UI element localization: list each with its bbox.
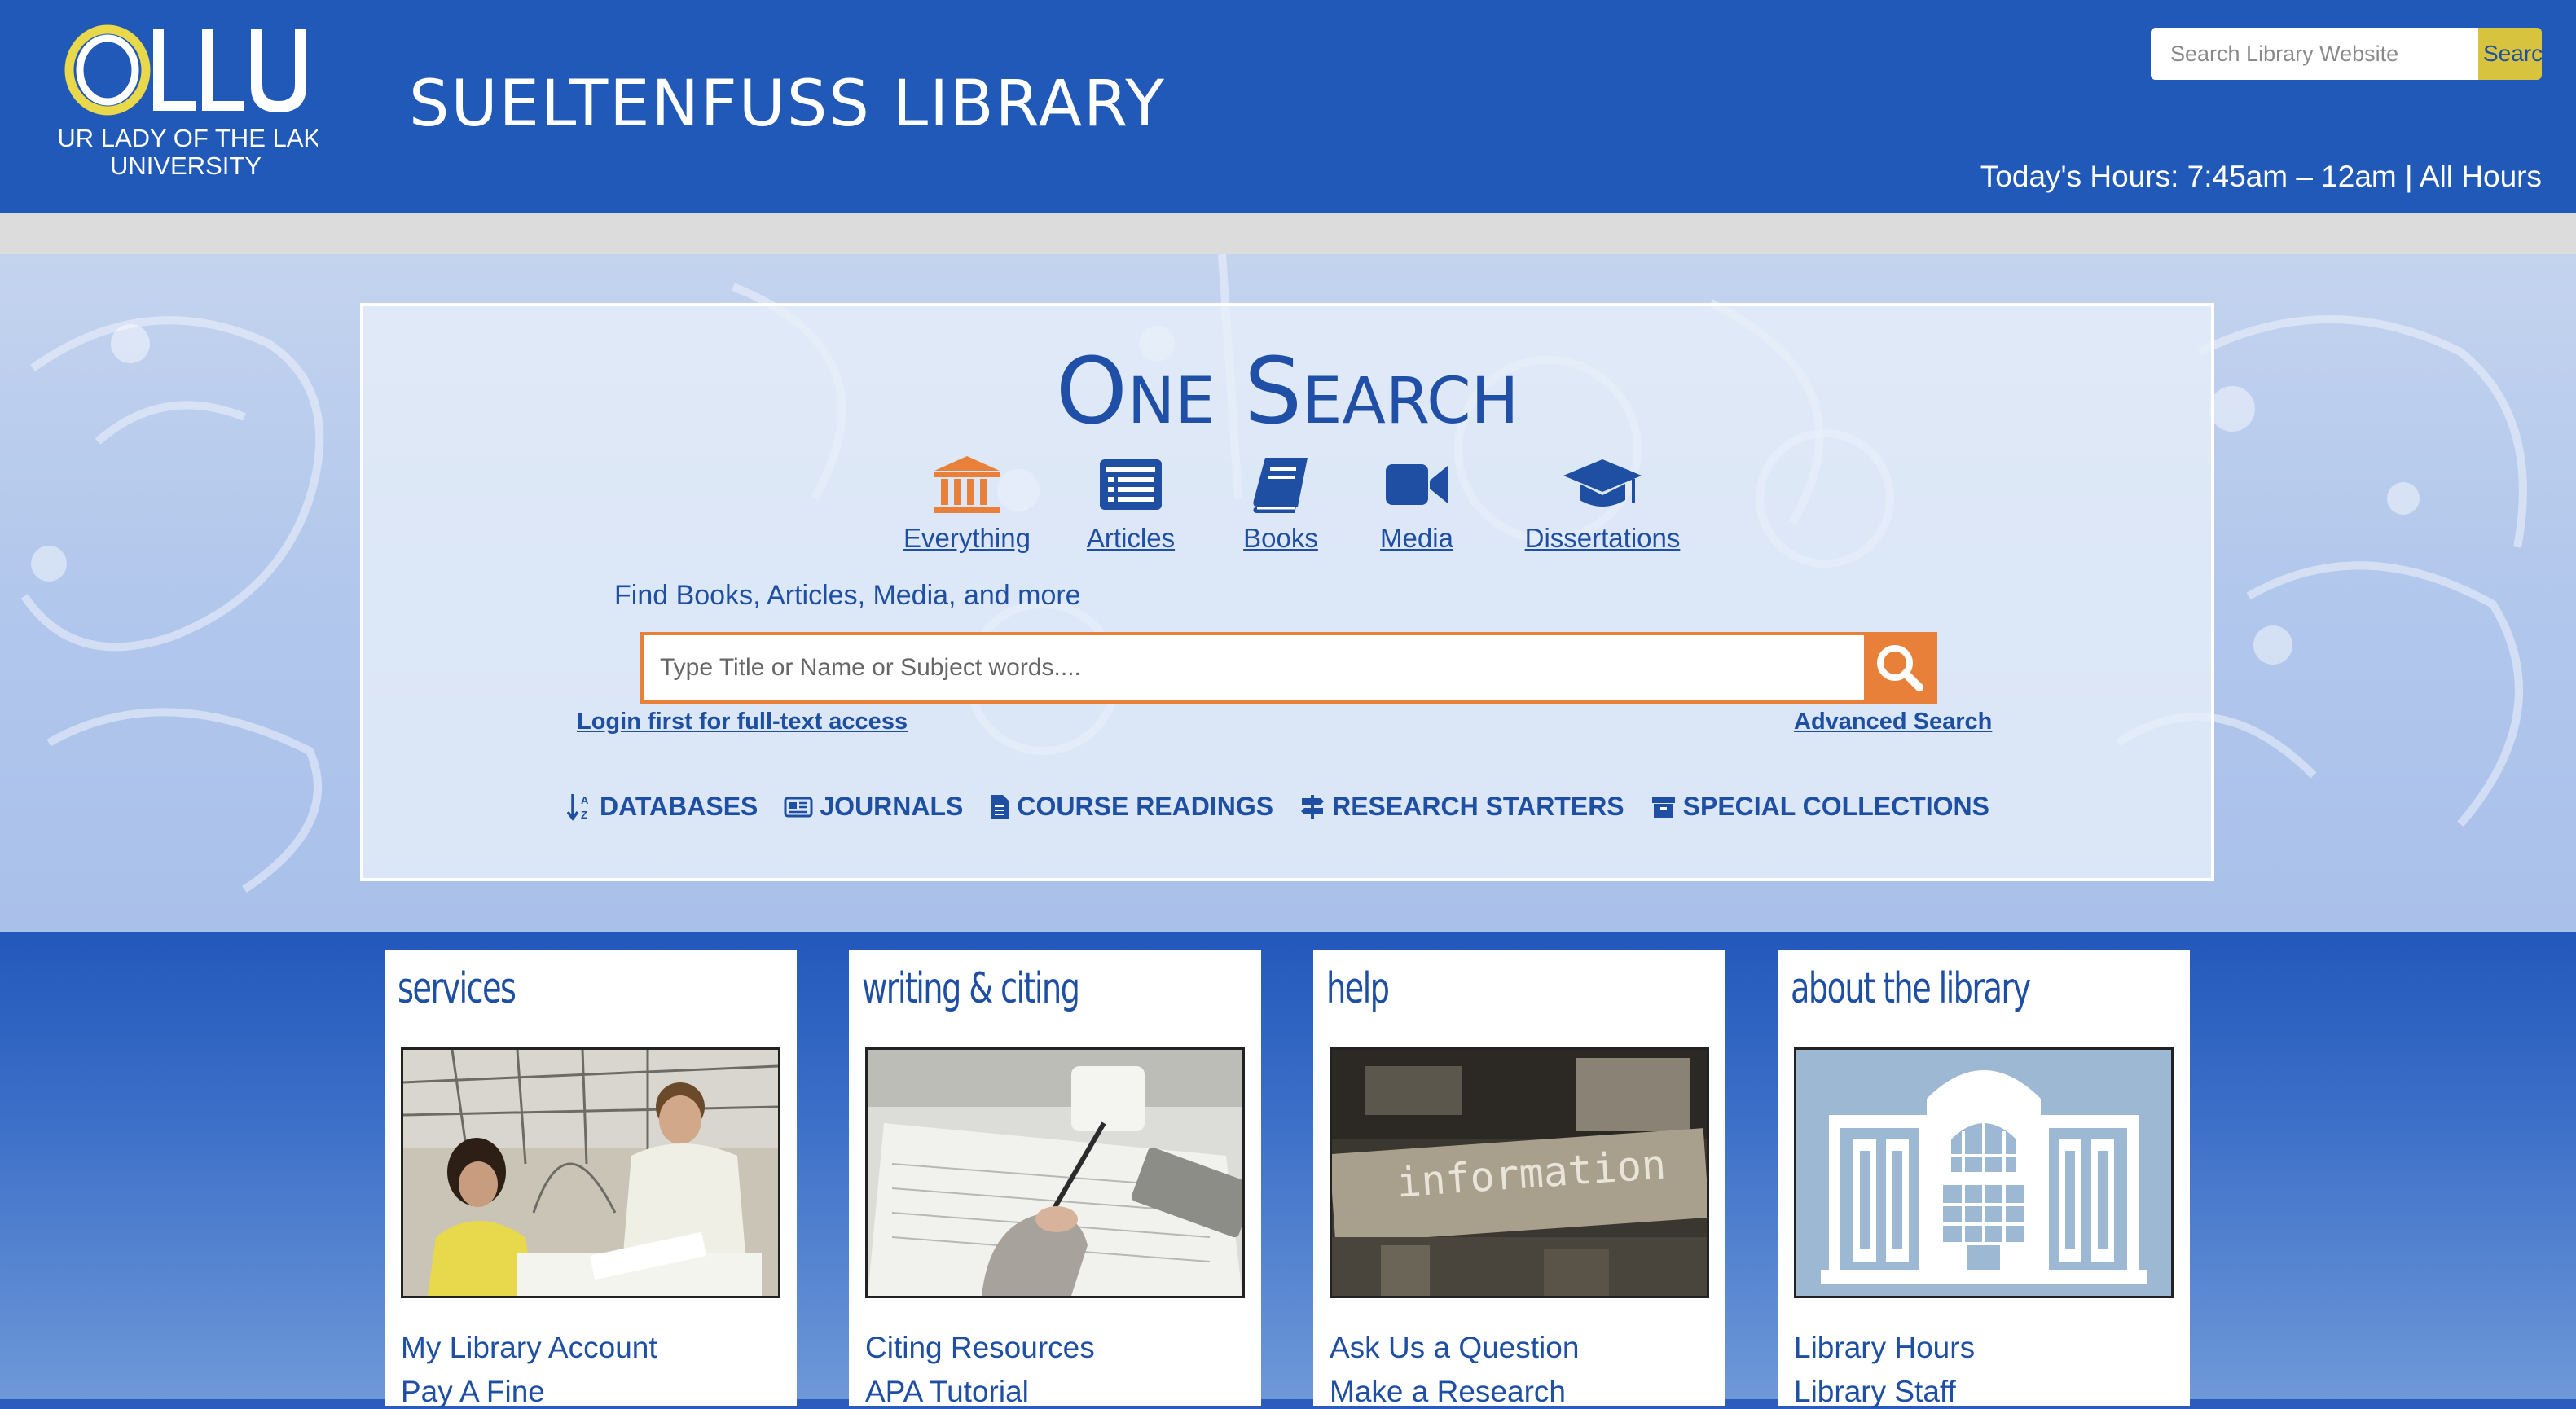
- category-tab-dissertations[interactable]: Dissertations: [1512, 454, 1693, 554]
- onesearch-input[interactable]: [644, 635, 1864, 700]
- card-link[interactable]: Ask Us a Question: [1330, 1331, 1579, 1365]
- help-photo[interactable]: information: [1330, 1047, 1709, 1298]
- svg-text:OUR LADY OF THE LAKE: OUR LADY OF THE LAKE: [57, 124, 318, 152]
- search-icon: [1874, 642, 1924, 695]
- category-label: Media: [1380, 523, 1453, 553]
- writing-photo[interactable]: [865, 1047, 1245, 1298]
- category-label: Books: [1243, 523, 1318, 553]
- quicklink-course-readings[interactable]: COURSE READINGS: [989, 792, 1273, 822]
- document-icon: [991, 794, 1009, 819]
- quicklink-special-collections[interactable]: SPECIAL COLLECTIONS: [1651, 792, 1989, 822]
- video-camera-icon: [1374, 454, 1460, 521]
- onesearch-submit-button[interactable]: [1864, 635, 1934, 700]
- services-photo[interactable]: [401, 1047, 780, 1298]
- site-header: OUR LADY OF THE LAKE UNIVERSITY SUELTENF…: [0, 0, 2576, 213]
- card-help: help information Ask Us a Question Make …: [1313, 950, 1725, 1409]
- quicklink-journals[interactable]: JOURNALS: [784, 792, 963, 822]
- svg-text:UNIVERSITY: UNIVERSITY: [110, 151, 262, 180]
- category-tab-articles[interactable]: Articles: [1079, 454, 1183, 554]
- site-search-form: Search: [2151, 28, 2542, 80]
- card-link[interactable]: My Library Account: [401, 1331, 657, 1365]
- card-link[interactable]: Library Hours: [1794, 1331, 1975, 1365]
- card-title[interactable]: writing & citing: [862, 964, 1080, 1013]
- quicklink-label: SPECIAL COLLECTIONS: [1682, 792, 1989, 821]
- feature-cards-section: services My Library Account Pay A Fine w…: [0, 932, 2576, 1408]
- hours-label: Today's Hours: 7:45am – 12am: [1980, 160, 2397, 193]
- list-icon: [1079, 454, 1183, 521]
- institution-icon: [898, 454, 1036, 521]
- card-link[interactable]: Pay A Fine: [401, 1375, 545, 1409]
- svg-text:Z: Z: [581, 809, 587, 821]
- todays-hours: Today's Hours: 7:45am – 12am | All Hours: [1980, 160, 2542, 194]
- quicklinks-bar: A Z DATABASES JOURNALS COURSE READINGS R…: [567, 792, 1989, 822]
- category-label: Everything: [903, 523, 1031, 553]
- quicklink-label: DATABASES: [600, 792, 758, 821]
- card-title[interactable]: services: [398, 964, 517, 1013]
- quicklink-research-starters[interactable]: RESEARCH STARTERS: [1299, 792, 1624, 822]
- card-title[interactable]: help: [1326, 964, 1390, 1013]
- signpost-icon: [1301, 794, 1325, 819]
- login-link[interactable]: Login first for full-text access: [577, 709, 908, 735]
- search-hint-text: Find Books, Articles, Media, and more: [614, 580, 1081, 611]
- advanced-search-link[interactable]: Advanced Search: [1794, 709, 1992, 735]
- category-label: Articles: [1086, 523, 1176, 553]
- header-divider-strip: [0, 213, 2576, 254]
- sort-alpha-icon: A Z: [567, 793, 589, 821]
- card-link[interactable]: Citing Resources: [865, 1331, 1095, 1365]
- onesearch-form: [640, 632, 1937, 704]
- ollu-logo[interactable]: OUR LADY OF THE LAKE UNIVERSITY: [37, 23, 337, 186]
- newspaper-icon: [784, 797, 813, 817]
- quicklink-label: JOURNALS: [820, 792, 964, 821]
- onesearch-title: One Search: [1055, 339, 1519, 445]
- site-title[interactable]: SUELTENFUSS LIBRARY: [409, 64, 1166, 145]
- card-link[interactable]: APA Tutorial: [865, 1375, 1029, 1409]
- onesearch-panel: One Search Everything Articles Books Med…: [360, 303, 2214, 881]
- category-tab-everything[interactable]: Everything: [898, 454, 1036, 554]
- archive-icon: [1651, 797, 1675, 818]
- svg-text:A: A: [581, 794, 589, 806]
- library-building-illustration[interactable]: [1794, 1047, 2174, 1298]
- category-label: Dissertations: [1524, 523, 1681, 553]
- quicklink-label: COURSE READINGS: [1017, 792, 1274, 821]
- card-link[interactable]: Make a Research: [1330, 1375, 1566, 1409]
- card-title[interactable]: about the library: [1791, 964, 2031, 1013]
- category-tab-media[interactable]: Media: [1374, 454, 1460, 554]
- graduation-cap-icon: [1512, 454, 1693, 521]
- all-hours-link[interactable]: All Hours: [2420, 160, 2542, 193]
- hours-separator: |: [2405, 160, 2413, 193]
- category-tab-books[interactable]: Books: [1237, 454, 1325, 554]
- quicklink-label: RESEARCH STARTERS: [1332, 792, 1624, 821]
- book-icon: [1237, 454, 1325, 521]
- card-services: services My Library Account Pay A Fine: [385, 950, 797, 1409]
- site-search-button[interactable]: Search: [2478, 28, 2542, 80]
- site-search-input[interactable]: [2151, 28, 2478, 80]
- card-link[interactable]: Library Staff: [1794, 1375, 1956, 1409]
- quicklink-databases[interactable]: A Z DATABASES: [567, 792, 758, 822]
- card-about-library: about the library Library Hours Library …: [1778, 950, 2190, 1409]
- card-writing-citing: writing & citing Citing Resources APA Tu…: [849, 950, 1261, 1409]
